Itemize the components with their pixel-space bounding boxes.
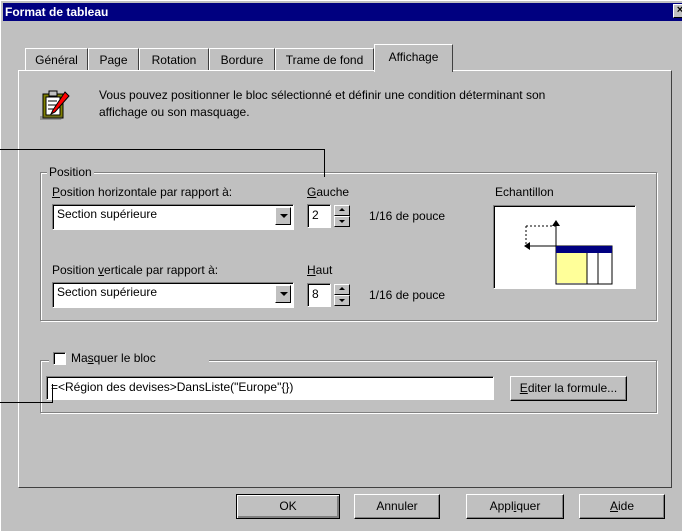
mnemonic: A	[609, 499, 618, 513]
intro-line-2: affichage ou son masquage.	[99, 105, 250, 119]
horizontal-position-value: Section supérieure	[57, 207, 158, 221]
chevron-down-icon[interactable]	[275, 207, 291, 225]
haut-unit: 1/16 de pouce	[369, 288, 446, 302]
help-button[interactable]: Aide	[579, 494, 665, 519]
horizontal-position-select[interactable]: Section supérieure	[52, 204, 294, 230]
tab-affichage[interactable]: Affichage	[374, 44, 453, 72]
gauche-label: Gauche	[307, 185, 349, 199]
sample-label: Echantillon	[495, 185, 554, 199]
tab-label: Affichage	[388, 50, 439, 64]
hide-label-text: quer le bloc	[93, 351, 156, 365]
tab-label: Page	[99, 53, 128, 67]
hide-label-pre: Ma	[71, 351, 88, 365]
position-group-label: Position	[47, 165, 94, 179]
clipboard-pencil-icon	[40, 90, 70, 120]
close-icon[interactable]: ×	[673, 4, 682, 18]
callout-line-position	[0, 149, 325, 150]
vertical-label: Position verticale par rapport à:	[52, 263, 218, 277]
gauche-spinner[interactable]	[334, 205, 350, 227]
formula-input[interactable]: =<Région des devises>DansListe("Europe"{…	[46, 376, 494, 400]
tab-general[interactable]: Général	[25, 48, 88, 70]
mnemonic: G	[307, 185, 317, 199]
spin-up-icon[interactable]	[334, 284, 350, 295]
callout-line-position-vertical	[324, 149, 325, 177]
tab-page[interactable]: Page	[88, 48, 139, 70]
sample-diagram	[524, 220, 613, 285]
help-rest: ide	[618, 499, 635, 513]
title-bar: Format de tableau	[3, 3, 682, 21]
tab-rotation[interactable]: Rotation	[139, 48, 209, 70]
gauche-input[interactable]: 2	[307, 204, 331, 228]
gauche-value: 2	[312, 208, 319, 222]
tab-trame-de-fond[interactable]: Trame de fond	[275, 48, 374, 70]
tab-label: Trame de fond	[285, 53, 364, 67]
haut-spinner[interactable]	[334, 284, 350, 306]
apply-rest: quer	[516, 499, 541, 513]
format-tableau-dialog: Format de tableau × Général Page Rotatio…	[0, 0, 682, 531]
edit-formula-label: diter la formule...	[527, 381, 618, 395]
hide-block-label: Masquer le bloc	[71, 351, 156, 365]
mnemonic: P	[52, 185, 61, 199]
vertical-position-select[interactable]: Section supérieure	[52, 282, 294, 308]
horizontal-label: Position horizontale par rapport à:	[52, 185, 232, 199]
mnemonic: E	[519, 381, 528, 395]
intro-line-1: Vous pouvez positionner le bloc sélectio…	[99, 88, 546, 102]
vertical-label-pre: Position	[52, 263, 99, 277]
callout-line-formula-vertical	[52, 384, 53, 403]
gauche-unit: 1/16 de pouce	[369, 209, 446, 223]
vertical-position-value: Section supérieure	[57, 285, 158, 299]
horizontal-label-text: osition horizontale par rapport à:	[60, 185, 233, 199]
apply-button[interactable]: Appliquer	[466, 494, 564, 519]
tab-label: Rotation	[151, 53, 197, 67]
sample-preview	[493, 205, 636, 289]
spin-up-icon[interactable]	[334, 205, 350, 216]
haut-label: Haut	[307, 263, 332, 277]
chevron-down-icon[interactable]	[275, 285, 291, 303]
gauche-label-text: auche	[316, 185, 350, 199]
ok-button[interactable]: OK	[236, 494, 340, 519]
spin-down-icon[interactable]	[334, 216, 350, 227]
haut-label-text: aut	[315, 263, 333, 277]
cancel-button[interactable]: Annuler	[354, 494, 440, 519]
vertical-label-text: erticale par rapport à:	[104, 263, 219, 277]
haut-value: 8	[312, 287, 319, 301]
edit-formula-button[interactable]: Editer la formule...	[510, 376, 627, 401]
formula-value: =<Région des devises>DansListe("Europe"{…	[51, 380, 294, 394]
haut-input[interactable]: 8	[307, 283, 331, 307]
tab-label: Bordure	[220, 53, 264, 67]
window-title: Format de tableau	[5, 5, 109, 19]
apply-pre: Appl	[489, 499, 514, 513]
spin-down-icon[interactable]	[334, 295, 350, 306]
mnemonic: H	[307, 263, 316, 277]
tab-label: Général	[35, 53, 78, 67]
hide-block-checkbox[interactable]	[53, 352, 66, 365]
callout-line-formula	[0, 402, 53, 403]
tab-bordure[interactable]: Bordure	[209, 48, 275, 70]
